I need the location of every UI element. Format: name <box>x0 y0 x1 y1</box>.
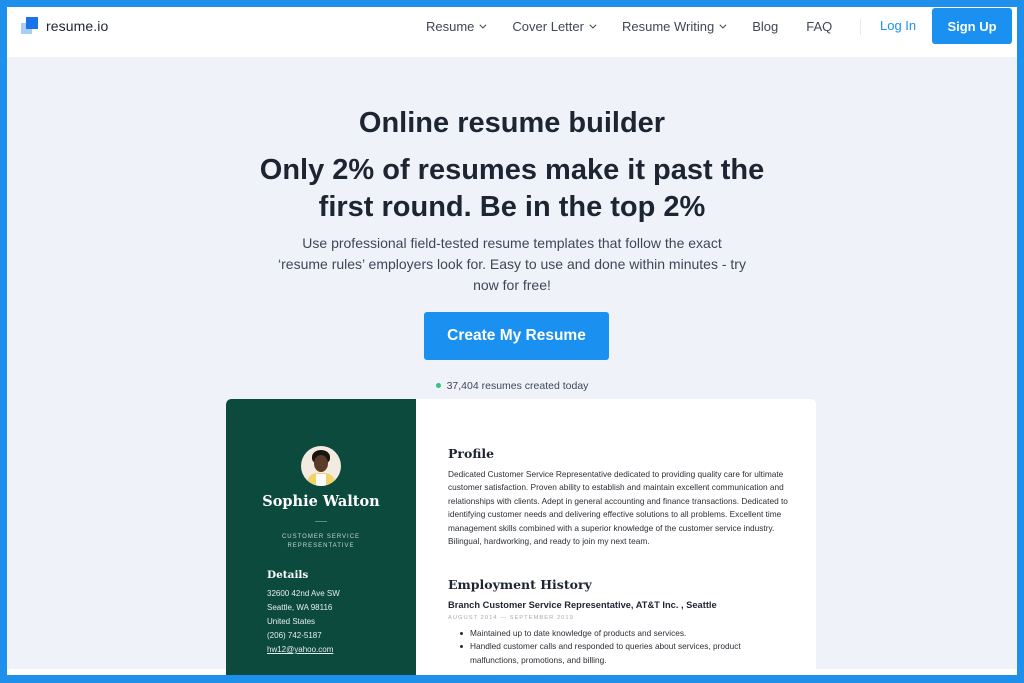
nav-item-resume[interactable]: Resume <box>426 18 487 34</box>
phone: (206) 742-5187 <box>267 631 322 640</box>
nav-item-label: Resume <box>426 18 475 34</box>
profile-heading: Profile <box>448 446 495 461</box>
chevron-down-icon <box>589 21 597 29</box>
resume-name: Sophie Walton <box>262 493 380 510</box>
status-dot-icon <box>435 382 441 388</box>
hero-section: Online resume builder Only 2% of resumes… <box>7 57 1017 675</box>
nav-item-blog[interactable]: Blog <box>752 19 778 34</box>
job-title: Branch Customer Service Representative, … <box>448 600 717 610</box>
chevron-down-icon <box>479 21 487 29</box>
employment-heading: Employment History <box>448 577 592 592</box>
chevron-down-icon <box>719 21 727 29</box>
details-list: 32600 42nd Ave SW Seattle, WA 98116 Unit… <box>267 587 340 657</box>
job-bullets: Maintained up to date knowledge of produ… <box>460 627 790 667</box>
hero-description: Use professional field-tested resume tem… <box>278 235 746 293</box>
stacked-squares-logo-icon <box>21 17 38 34</box>
email-link[interactable]: hw12@yahoo.com <box>267 643 340 657</box>
signup-button[interactable]: Sign Up <box>932 8 1012 44</box>
resume-counter: 37,404 resumes created today <box>7 380 1017 392</box>
list-item: Maintained up to date knowledge of produ… <box>460 627 790 640</box>
create-resume-button[interactable]: Create My Resume <box>424 312 609 360</box>
site-header: resume.io Resume Cover Letter Resume Wri… <box>7 7 1017 57</box>
counter-text: 37,404 resumes created today <box>446 380 589 392</box>
nav-item-faq[interactable]: FAQ <box>806 19 832 34</box>
hero-title: Online resume builder <box>358 107 666 139</box>
resume-role-text: CUSTOMER SERVICE REPRESENTATIVE <box>281 534 361 549</box>
resume-preview: Sophie Walton CUSTOMER SERVICE REPRESENT… <box>226 399 816 675</box>
nav-item-label: FAQ <box>806 18 833 34</box>
logo[interactable]: resume.io <box>21 17 108 34</box>
address-line1: 32600 42nd Ave SW <box>267 589 340 598</box>
details-heading: Details <box>267 569 309 581</box>
divider <box>315 521 327 522</box>
resume-sidebar: Sophie Walton CUSTOMER SERVICE REPRESENT… <box>226 399 416 675</box>
address-line2: Seattle, WA 98116 <box>267 603 333 612</box>
avatar <box>301 446 341 486</box>
nav-item-resume-writing[interactable]: Resume Writing <box>621 18 727 34</box>
nav-item-cover-letter[interactable]: Cover Letter <box>512 18 597 34</box>
job-dates: AUGUST 2014 — SEPTEMBER 2019 <box>448 615 574 621</box>
nav-item-label: Blog <box>752 18 779 34</box>
login-link[interactable]: Log In <box>880 18 916 33</box>
main-nav: Resume Cover Letter Resume Writing Blog … <box>426 7 860 45</box>
resume-main: Profile Dedicated Customer Service Repre… <box>448 399 793 675</box>
profile-text: Dedicated Customer Service Representativ… <box>448 469 788 547</box>
list-item: Handled customer calls and responded to … <box>460 640 790 667</box>
resume-role: CUSTOMER SERVICE REPRESENTATIVE <box>226 533 416 551</box>
logo-text: resume.io <box>46 17 109 34</box>
browser-frame: resume.io Resume Cover Letter Resume Wri… <box>7 7 1017 675</box>
nav-item-label: Resume Writing <box>621 18 715 34</box>
nav-divider <box>860 19 861 35</box>
nav-item-label: Cover Letter <box>512 18 584 34</box>
country: United States <box>267 617 316 626</box>
hero-subtitle: Only 2% of resumes make it past the firs… <box>259 154 765 223</box>
